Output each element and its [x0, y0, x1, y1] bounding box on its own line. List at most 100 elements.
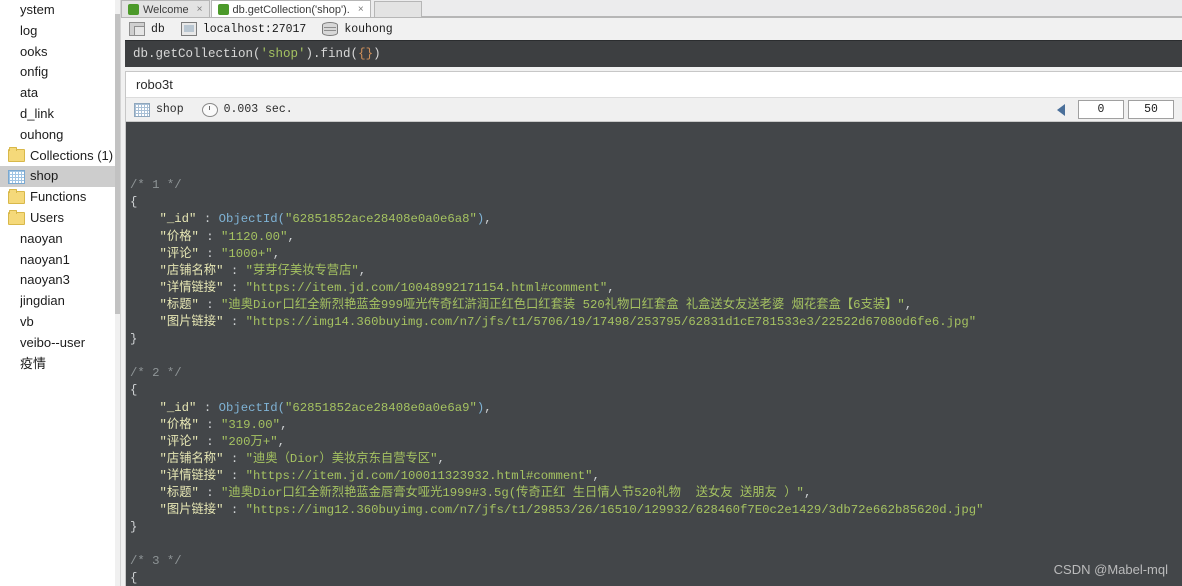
- sidebar-item-veibo-user[interactable]: veibo--user: [0, 333, 120, 354]
- main-area: Welcome × db.getCollection('shop'). × db loc…: [121, 0, 1182, 586]
- blank-icon: [0, 87, 15, 100]
- sidebar-item-ata[interactable]: ata: [0, 83, 120, 104]
- json-doc-open: {: [130, 195, 138, 210]
- blank-icon: [0, 45, 15, 58]
- query-collection-string: 'shop': [260, 47, 306, 61]
- breadcrumb-item-kouhong[interactable]: kouhong: [322, 22, 393, 36]
- sidebar-item-ouhong[interactable]: ouhong: [0, 125, 120, 146]
- blank-icon: [0, 129, 15, 142]
- folder-icon: [8, 147, 25, 163]
- query-suffix: ): [373, 47, 381, 61]
- json-field: "店铺名称" : "迪奥（Dior）美妆京东自营专区",: [159, 451, 445, 466]
- json-field: "店铺名称" : "芽芽仔美妆专营店",: [159, 263, 367, 278]
- sidebar-item-naoyan3[interactable]: naoyan3: [0, 270, 120, 291]
- tab-0[interactable]: Welcome ×: [121, 0, 210, 17]
- tab-placeholder: [373, 1, 422, 17]
- collection-grid-icon: [8, 169, 25, 184]
- watermark: CSDN @Mabel-mql: [1053, 561, 1168, 577]
- sidebar-item-label: d_link: [20, 105, 54, 121]
- results-duration-label: 0.003 sec.: [223, 103, 293, 116]
- json-doc-comment: /* 3 */: [130, 554, 182, 569]
- database-tree[interactable]: ystem log ooks onfig ata d_linkouhong Collecti…: [0, 0, 120, 374]
- leaf-icon: [217, 4, 229, 15]
- sidebar-item-log[interactable]: log: [0, 21, 120, 42]
- blank-icon: [0, 4, 15, 17]
- sidebar-item-naoyan1[interactable]: naoyan1: [0, 250, 120, 271]
- previous-page-icon[interactable]: [1055, 103, 1068, 117]
- skip-input[interactable]: 0: [1078, 100, 1124, 119]
- sidebar-item-naoyan[interactable]: naoyan: [0, 229, 120, 250]
- json-doc-close: }: [130, 520, 138, 535]
- blank-icon: [0, 25, 15, 38]
- folder-icon: [8, 209, 25, 225]
- database-tree-sidebar[interactable]: ystem log ooks onfig ata d_linkouhong Collecti…: [0, 0, 121, 586]
- server-icon: [129, 22, 145, 36]
- folder-icon: [8, 189, 25, 205]
- json-field: "_id" : ObjectId("62851852ace28408e0a0e6…: [159, 212, 492, 227]
- tab-1[interactable]: db.getCollection('shop'). ×: [210, 0, 371, 17]
- sidebar-item-shop[interactable]: shop: [0, 166, 120, 188]
- breadcrumb-item-localhost-27017[interactable]: localhost:27017: [180, 22, 306, 36]
- sidebar-item-label: log: [20, 22, 38, 38]
- sidebar-item-label: 疫情: [20, 355, 47, 371]
- sidebar-item-vb[interactable]: vb: [0, 312, 120, 333]
- sidebar-item-users[interactable]: Users: [0, 208, 120, 229]
- results-title: robo3t: [126, 72, 1182, 97]
- sidebar-scrollbar-thumb[interactable]: [115, 14, 120, 314]
- tab-close-icon[interactable]: ×: [197, 4, 203, 15]
- clock-icon: [201, 102, 218, 117]
- json-field: "详情链接" : "https://item.jd.com/1000113239…: [159, 468, 600, 483]
- sidebar-item-label: naoyan3: [20, 272, 70, 288]
- breadcrumb-label: db: [151, 22, 165, 36]
- query-editor[interactable]: db.getCollection('shop').find({}): [125, 40, 1182, 67]
- json-field: "详情链接" : "https://item.jd.com/1004899217…: [159, 280, 615, 295]
- sidebar-item-onfig[interactable]: onfig: [0, 62, 120, 83]
- sidebar-item-d-link[interactable]: d_link: [0, 104, 120, 125]
- sidebar-scrollbar-track[interactable]: [115, 0, 120, 586]
- json-doc-close: }: [130, 332, 138, 347]
- sidebar-item-jingdian[interactable]: jingdian: [0, 291, 120, 312]
- tab-label: db.getCollection('shop').: [232, 3, 350, 16]
- json-field: "标题" : "迪奥Dior口红全新烈艳蓝金唇膏女哑光1999#3.5g(传奇正…: [159, 485, 812, 500]
- json-blank-line: [130, 536, 1182, 553]
- breadcrumb[interactable]: db localhost:27017 kouhong: [121, 18, 1182, 40]
- robo3t-window: ystem log ooks onfig ata d_linkouhong Collecti…: [0, 0, 1182, 586]
- tab-close-icon[interactable]: ×: [358, 4, 364, 15]
- json-field: "评论" : "1000+",: [159, 246, 281, 261]
- blank-icon: [0, 233, 15, 246]
- sidebar-item-ystem[interactable]: ystem: [0, 0, 120, 21]
- blank-icon: [0, 295, 15, 308]
- json-field: "_id" : ObjectId("62851852ace28408e0a0e6…: [159, 400, 492, 415]
- results-collection-chip[interactable]: shop: [134, 102, 184, 117]
- json-field: "评论" : "200万+",: [159, 434, 285, 449]
- sidebar-item-label: naoyan: [20, 230, 63, 246]
- breadcrumb-item-db[interactable]: db: [129, 22, 165, 36]
- blank-icon: [0, 357, 15, 370]
- sidebar-item-label: vb: [20, 313, 34, 329]
- sidebar-item-label: Collections (1): [30, 147, 114, 163]
- pagination-controls[interactable]: 0 50: [1055, 100, 1182, 119]
- results-toolbar[interactable]: shop 0.003 sec. 0 50: [126, 97, 1182, 122]
- sidebar-item-[interactable]: 疫情: [0, 354, 120, 375]
- sidebar-item-label: shop: [30, 168, 59, 184]
- sidebar-item-functions[interactable]: Functions: [0, 187, 120, 208]
- json-field: "价格" : "1120.00",: [159, 229, 295, 244]
- sidebar-item-ooks[interactable]: ooks: [0, 42, 120, 63]
- json-field: "价格" : "319.00",: [159, 417, 288, 432]
- json-blank-line: [130, 348, 1182, 365]
- json-field: "图片链接" : "https://img14.360buyimg.com/n7…: [159, 315, 977, 330]
- results-collection-label: shop: [156, 103, 184, 116]
- tab-bar[interactable]: Welcome × db.getCollection('shop'). ×: [121, 0, 1182, 18]
- results-panel: robo3t shop 0.003 sec. 0 50 /* 1 */ {"_…: [125, 71, 1182, 586]
- json-output[interactable]: /* 1 */ { "_id" : ObjectId("62851852ace28…: [126, 122, 1182, 586]
- blank-icon: [0, 108, 15, 121]
- json-doc-comment: /* 2 */: [130, 366, 182, 381]
- json-doc-open: {: [130, 383, 138, 398]
- sidebar-item-label: ouhong: [20, 126, 64, 142]
- sidebar-item-collections-1[interactable]: Collections (1): [0, 146, 120, 167]
- sidebar-item-label: ooks: [20, 43, 48, 59]
- sidebar-item-label: Functions: [30, 189, 87, 205]
- limit-input[interactable]: 50: [1128, 100, 1174, 119]
- sidebar-item-label: naoyan1: [20, 251, 70, 267]
- json-field: "图片链接" : "https://img12.360buyimg.com/n7…: [159, 503, 984, 518]
